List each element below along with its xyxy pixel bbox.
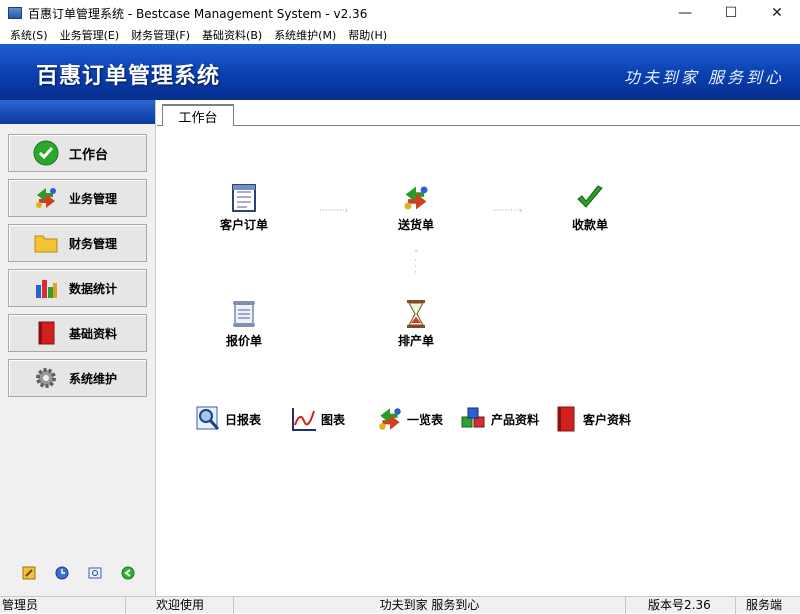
- flow-arrow-right: ·········›: [493, 206, 523, 216]
- nav-label: 数据统计: [69, 281, 118, 296]
- node-label: 收款单: [571, 218, 608, 232]
- menu-maintenance[interactable]: 系统维护(M): [268, 27, 342, 43]
- status-slogan: 功夫到家 服务到心: [234, 597, 626, 614]
- menu-bar: 系统(S) 业务管理(E) 财务管理(F) 基础资料(B) 系统维护(M) 帮助…: [0, 26, 800, 44]
- nav-label: 财务管理: [69, 236, 118, 251]
- customer-order-node[interactable]: 客户订单: [204, 182, 284, 233]
- nav-label: 工作台: [69, 147, 109, 163]
- nav-label: 业务管理: [69, 191, 118, 206]
- quick-product-data[interactable]: 产品资料: [459, 404, 539, 434]
- menu-system[interactable]: 系统(S): [4, 27, 54, 43]
- nav-basic-data-button[interactable]: 基础资料: [8, 314, 147, 352]
- search-window-icon[interactable]: [88, 566, 102, 580]
- quick-label: 一览表: [407, 412, 444, 427]
- menu-basic-data[interactable]: 基础资料(B): [196, 27, 268, 43]
- document-icon: [228, 182, 260, 214]
- window-controls: — ☐ ✕: [662, 0, 800, 26]
- magnifier-report-icon: [193, 404, 223, 434]
- quick-label: 客户资料: [583, 412, 632, 427]
- nav-statistics-button[interactable]: 数据统计: [8, 269, 147, 307]
- header-banner: 百惠订单管理系统 功夫到家 服务到心: [0, 44, 800, 100]
- recycle-arrows-icon: [33, 185, 59, 211]
- nav-label: 基础资料: [69, 326, 118, 341]
- tab-strip: 工作台: [157, 100, 800, 127]
- hourglass-icon: [400, 298, 432, 330]
- quick-daily-report[interactable]: 日报表: [193, 404, 261, 434]
- clock-icon[interactable]: [55, 566, 69, 580]
- node-label: 送货单: [397, 218, 434, 232]
- left-nav-panel: 工作台 业务管理 财务管理 数据统计 基础资料 系统维护: [0, 100, 156, 596]
- gear-icon: [33, 365, 59, 391]
- scroll-icon: [228, 298, 260, 330]
- production-node[interactable]: 排产单: [376, 298, 456, 349]
- quotation-node[interactable]: 报价单: [204, 298, 284, 349]
- nav-panel-header: [0, 100, 155, 124]
- folder-icon: [33, 230, 59, 256]
- quick-customer-data[interactable]: 客户资料: [551, 404, 631, 434]
- nav-maintenance-button[interactable]: 系统维护: [8, 359, 147, 397]
- node-label: 报价单: [225, 334, 262, 348]
- line-chart-icon: [289, 404, 319, 434]
- window-title: 百惠订单管理系统 - Bestcase Management System - …: [28, 6, 368, 21]
- nav-business-button[interactable]: 业务管理: [8, 179, 147, 217]
- title-bar: 百惠订单管理系统 - Bestcase Management System - …: [0, 0, 800, 26]
- quick-label: 日报表: [225, 412, 262, 427]
- status-version: 版本号2.36: [626, 597, 736, 614]
- checkmark-icon: [574, 182, 606, 214]
- status-bar: 管理员 欢迎使用 功夫到家 服务到心 版本号2.36 服务端: [0, 596, 800, 614]
- delivery-node[interactable]: 送货单: [376, 182, 456, 233]
- status-user: 管理员: [0, 597, 126, 614]
- bar-chart-icon: [33, 275, 59, 301]
- minimize-button[interactable]: —: [662, 0, 708, 26]
- quick-chart[interactable]: 图表: [289, 404, 345, 434]
- green-arrow-icon[interactable]: [121, 566, 135, 580]
- cubes-icon: [459, 404, 489, 434]
- banner-slogan: 功夫到家 服务到心: [623, 68, 784, 87]
- close-button[interactable]: ✕: [754, 0, 800, 26]
- node-label: 客户订单: [219, 218, 268, 232]
- flow-arrow-up: ˄ · · ·: [414, 250, 419, 278]
- app-icon: [8, 7, 22, 19]
- menu-business[interactable]: 业务管理(E): [54, 27, 126, 43]
- menu-finance[interactable]: 财务管理(F): [125, 27, 196, 43]
- app-brand: 百惠订单管理系统: [36, 64, 221, 89]
- quick-overview[interactable]: 一览表: [375, 404, 443, 434]
- status-side: 服务端: [746, 598, 783, 612]
- red-book-icon: [33, 320, 59, 346]
- menu-help[interactable]: 帮助(H): [342, 27, 393, 43]
- receipt-node[interactable]: 收款单: [550, 182, 630, 233]
- panel-footer-icons: [0, 566, 156, 580]
- flow-arrow-right: ·········›: [319, 206, 349, 216]
- nav-finance-button[interactable]: 财务管理: [8, 224, 147, 262]
- edit-icon[interactable]: [22, 566, 36, 580]
- check-circle-icon: [33, 140, 59, 166]
- nav-workbench-button[interactable]: 工作台: [8, 134, 147, 172]
- quick-label: 图表: [321, 412, 346, 427]
- quick-label: 产品资料: [491, 412, 540, 427]
- status-welcome: 欢迎使用: [126, 597, 234, 614]
- workbench-area: 客户订单 ·········› 送货单 ·········› 收款单 ˄ · · · …: [157, 126, 800, 596]
- nav-label: 系统维护: [69, 371, 118, 386]
- maximize-button[interactable]: ☐: [708, 0, 754, 26]
- recycle-arrows-icon: [375, 404, 405, 434]
- red-book-icon: [551, 404, 581, 434]
- node-label: 排产单: [397, 334, 434, 348]
- recycle-arrows-icon: [400, 182, 432, 214]
- tab-workbench[interactable]: 工作台: [162, 104, 234, 127]
